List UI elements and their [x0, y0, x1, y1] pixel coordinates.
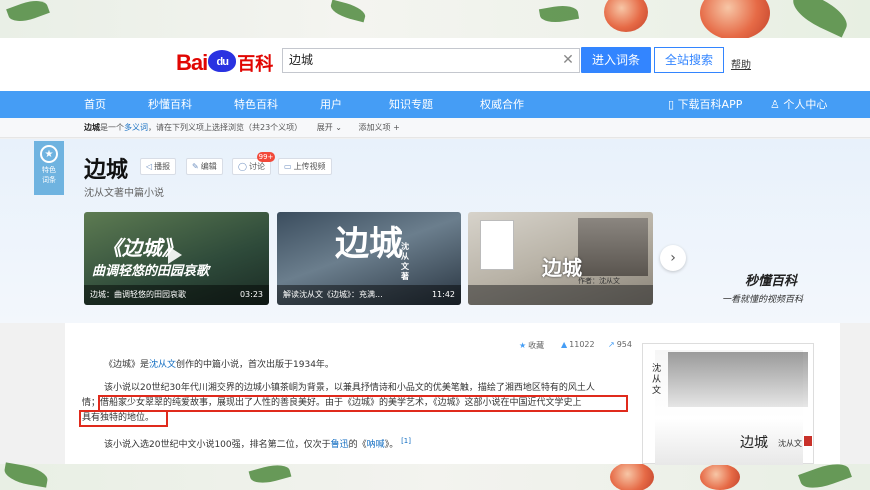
photo-thumbnail: [578, 218, 648, 276]
nav-item-topics[interactable]: 知识专题: [389, 91, 433, 118]
page-title: 边城: [84, 158, 129, 183]
page-subtitle: 沈从文著中篇小说: [84, 188, 164, 199]
discuss-count-badge: 99+: [257, 152, 275, 162]
logo-baike: 百科: [237, 54, 274, 74]
badge-label-1: 特色: [42, 166, 56, 174]
video-overlay-subtitle: 沈从文著: [401, 242, 409, 281]
nav-item-home[interactable]: 首页: [84, 91, 106, 118]
expand-label: 展开: [316, 123, 333, 132]
video-overlay-title: 边城: [335, 224, 403, 264]
clear-search-icon[interactable]: ✕: [560, 51, 576, 69]
video-card[interactable]: 边城 作者：沈从文: [468, 212, 653, 305]
miaodong-logo: 秒懂百科: [745, 274, 798, 289]
star-icon: ★: [519, 341, 527, 350]
download-app-label: 下载百科APP: [677, 98, 743, 111]
book-author: 沈从文: [778, 439, 802, 448]
next-arrow-icon[interactable]: ›: [660, 245, 686, 271]
site-search-button[interactable]: 全站搜索: [654, 47, 724, 73]
thumbs-up-icon: ▲: [561, 340, 568, 349]
broadcast-button[interactable]: ◁ 播报: [140, 158, 177, 175]
paw-icon: du: [208, 50, 237, 72]
expand-button[interactable]: 展开 ⌄: [317, 123, 342, 132]
seal-stamp: [804, 436, 812, 446]
text: 的《: [348, 440, 367, 450]
user-icon: ♙: [770, 98, 784, 111]
enter-entry-button[interactable]: 进入词条: [581, 47, 651, 73]
star-icon: ★: [40, 145, 58, 163]
highlight-box: [79, 410, 168, 427]
chevron-down-icon: ⌄: [335, 123, 342, 132]
baidu-baike-logo[interactable]: Bai du 百科: [176, 50, 273, 76]
video-overlay-subtitle: 曲调轻悠的田园哀歌: [92, 264, 210, 279]
polysemy-link[interactable]: 多义词: [124, 123, 148, 132]
flower-decoration: [610, 462, 654, 490]
miaodong-slogan: 一看就懂的视频百科: [722, 295, 804, 305]
main-nav: 首页 秒懂百科 特色百科 用户 知识专题 权威合作 ▯ 下载百科APP ♙ 个人…: [0, 91, 870, 118]
edit-label: 编辑: [200, 162, 217, 171]
book-title: 边城: [740, 435, 768, 451]
discuss-label: 讨论: [248, 162, 265, 171]
nahan-link[interactable]: 呐喊: [367, 440, 385, 450]
book-vertical-author: 沈从文: [652, 364, 662, 396]
nav-item-miaodong[interactable]: 秒懂百科: [148, 91, 192, 118]
video-duration: 11:42: [431, 290, 455, 299]
polysemy-text: 是一个: [100, 123, 124, 132]
share-count: 954: [616, 340, 632, 349]
paragraph-1: 《边城》是沈从文创作的中篇小说，首次出版于1934年。: [104, 358, 334, 373]
badge-label-2: 词条: [42, 176, 56, 184]
help-link[interactable]: 帮助: [731, 56, 751, 71]
polysemy-bar: 边城是一个多义词，请在下列义项上选择浏览（共23个义项） 展开 ⌄ 添加义项 +: [0, 118, 870, 138]
nav-item-featured[interactable]: 特色百科: [234, 91, 278, 118]
polysemy-text: ，请在下列义项上选择浏览（共23个义项）: [148, 123, 303, 132]
comment-icon: ◯: [238, 162, 247, 171]
edit-button[interactable]: ✎ 编辑: [186, 158, 223, 175]
reference-link[interactable]: [1]: [401, 437, 411, 445]
luxun-link[interactable]: 鲁迅: [331, 440, 349, 450]
video-card[interactable]: 《边城》 曲调轻悠的田园哀歌 边城：曲调轻悠的田园哀歌 03:23: [84, 212, 269, 305]
upload-video-label: 上传视频: [293, 162, 326, 171]
video-duration: 03:23: [239, 290, 263, 299]
ink-painting: [668, 352, 808, 407]
like-button[interactable]: ▲ 11022: [561, 340, 595, 349]
text: 》。: [384, 440, 399, 450]
paragraph-2-line-1: 该小说以20世纪30年代川湘交界的边城小镇茶峒为背景，以兼具抒情诗和小品文的优美…: [104, 383, 595, 393]
site-header: Bai du 百科 边城 ✕ 进入词条 全站搜索 帮助: [0, 38, 870, 91]
video-card[interactable]: 边城 沈从文著 解读沈从文《边城》：充满... 11:42: [277, 212, 461, 305]
collect-button[interactable]: ★ 收藏: [519, 340, 544, 351]
text: 创作的中篇小说，首次出版于1934年。: [176, 360, 334, 370]
search-input[interactable]: 边城: [282, 48, 580, 73]
highlight-box: [98, 395, 628, 412]
paragraph-3: 该小说入选20世纪中文小说100强，排名第二位，仅次于鲁迅的《呐喊》。 [1]: [104, 434, 411, 453]
author-link[interactable]: 沈从文: [149, 360, 176, 370]
video-overlay-title: 边城: [542, 256, 582, 280]
featured-entry-badge: ★ 特色 词条: [34, 141, 64, 195]
play-icon: [168, 246, 182, 264]
download-app-link[interactable]: ▯ 下载百科APP: [668, 91, 742, 118]
video-icon: ▭: [284, 162, 292, 171]
nav-item-partners[interactable]: 权威合作: [480, 91, 524, 118]
like-count: 11022: [569, 340, 595, 349]
add-sense-button[interactable]: 添加义项 +: [359, 123, 400, 132]
phone-icon: ▯: [668, 98, 678, 111]
text: 《边城》是: [104, 360, 150, 370]
logo-text: Bai: [176, 50, 208, 75]
nav-item-user[interactable]: 用户: [320, 91, 342, 118]
user-center-link[interactable]: ♙ 个人中心: [770, 91, 827, 118]
pencil-icon: ✎: [192, 162, 199, 171]
share-button[interactable]: ↗ 954: [608, 340, 632, 349]
upload-video-button[interactable]: ▭ 上传视频: [278, 158, 332, 175]
plus-icon: +: [393, 123, 400, 132]
video-caption: [468, 285, 653, 305]
add-sense-label: 添加义项: [358, 123, 391, 132]
speaker-icon: ◁: [146, 162, 153, 171]
collect-label: 收藏: [528, 341, 545, 350]
user-center-label: 个人中心: [783, 98, 828, 111]
broadcast-label: 播报: [154, 162, 171, 171]
text: 该小说入选20世纪中文小说100强，排名第二位，仅次于: [104, 440, 331, 450]
book-thumbnail: [480, 220, 514, 270]
flower-decoration: [700, 464, 740, 490]
share-icon: ↗: [608, 340, 615, 349]
polysemy-keyword: 边城: [84, 123, 100, 132]
